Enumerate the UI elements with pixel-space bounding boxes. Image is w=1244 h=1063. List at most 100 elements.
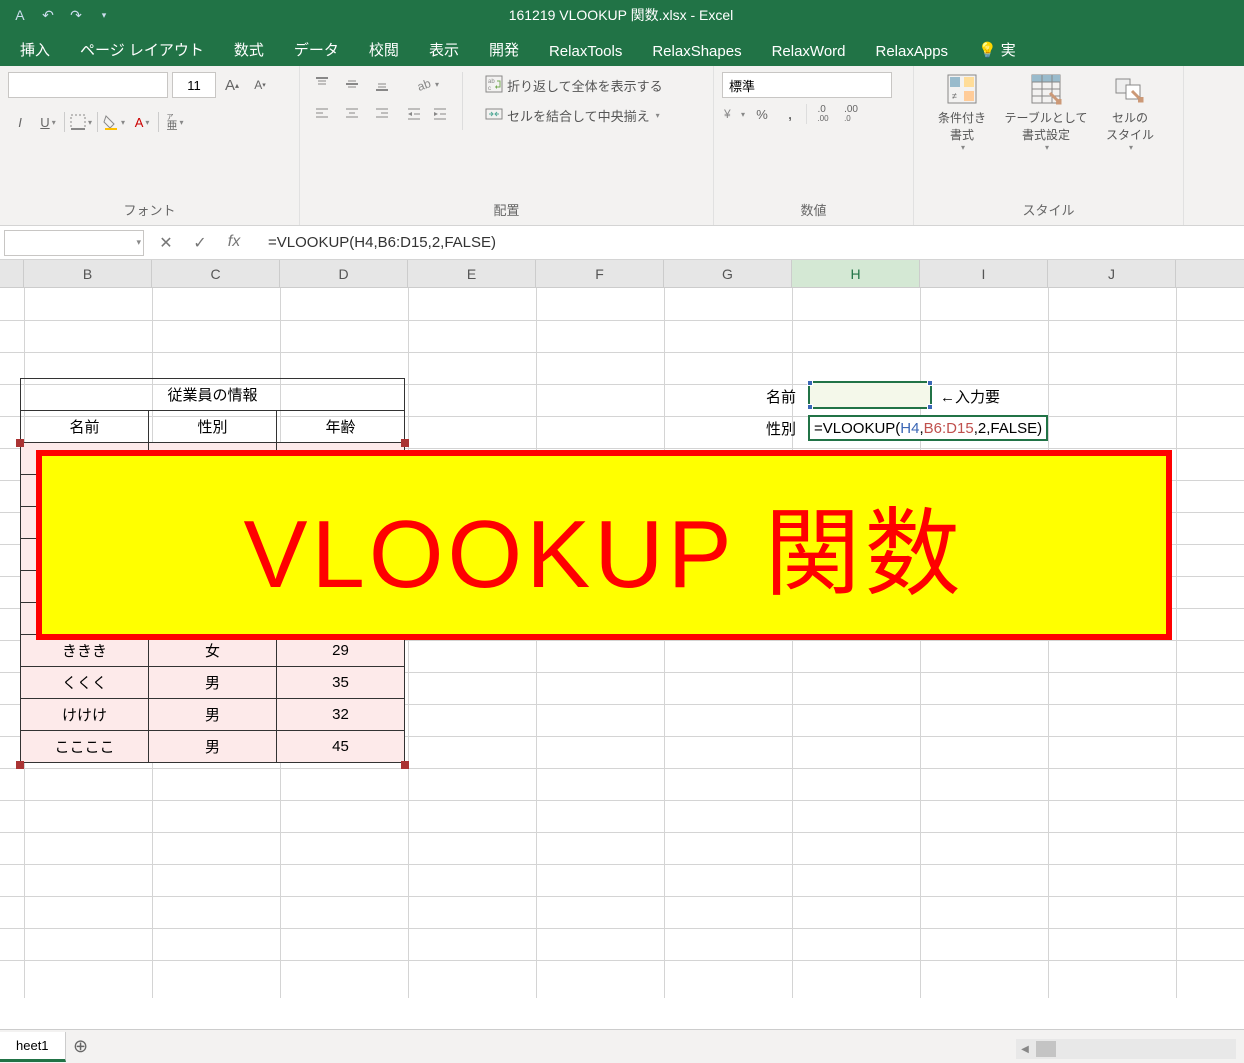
table-cell[interactable]: 35 [277, 667, 405, 699]
cell-styles-button[interactable]: セルの スタイル [1090, 72, 1170, 152]
align-center-icon[interactable] [338, 102, 366, 126]
wrap-text-button[interactable]: abc 折り返して全体を表示する [479, 72, 669, 98]
align-top-icon[interactable] [308, 72, 336, 96]
comma-style-button[interactable]: , [778, 102, 802, 126]
increase-indent-icon[interactable] [428, 102, 452, 126]
table-cell[interactable]: ここここ [21, 731, 149, 763]
selected-cell[interactable] [808, 381, 932, 409]
table-cell[interactable]: 45 [277, 731, 405, 763]
selection-handle-icon[interactable] [807, 380, 813, 386]
worksheet-area[interactable]: B C D E F G H I J 従業員の情報 名前 性別 [0, 260, 1244, 1000]
horizontal-scrollbar[interactable]: ◀ [1016, 1039, 1236, 1059]
table-cell[interactable]: 男 [149, 731, 277, 763]
increase-font-icon[interactable]: A▴ [220, 73, 244, 97]
formula-arg2: B6:D15 [924, 420, 974, 437]
col-header[interactable]: C [152, 260, 280, 287]
add-sheet-button[interactable]: ⊕ [66, 1036, 96, 1057]
accounting-format-button[interactable]: ¥ [722, 102, 746, 126]
range-handle-icon[interactable] [16, 439, 24, 447]
qat-dropdown[interactable]: ▾ [92, 3, 116, 27]
table-title[interactable]: 従業員の情報 [21, 379, 405, 411]
scroll-left-icon[interactable]: ◀ [1016, 1040, 1034, 1058]
col-header[interactable]: F [536, 260, 664, 287]
col-header[interactable]: E [408, 260, 536, 287]
orientation-button[interactable]: ab [402, 72, 452, 96]
table-cell[interactable]: けけけ [21, 699, 149, 731]
tab-relaxshapes[interactable]: RelaxShapes [638, 37, 755, 66]
decrease-decimal-icon[interactable]: .00.0 [839, 102, 863, 126]
table-cell[interactable]: 男 [149, 699, 277, 731]
selection-handle-icon[interactable] [927, 380, 933, 386]
decrease-indent-icon[interactable] [402, 102, 426, 126]
col-header[interactable]: J [1048, 260, 1176, 287]
scrollbar-thumb[interactable] [1036, 1041, 1056, 1057]
conditional-formatting-button[interactable]: ≠ 条件付き 書式 [922, 72, 1002, 152]
tab-page-layout[interactable]: ページ レイアウト [66, 33, 218, 66]
wrap-text-icon: abc [485, 75, 503, 96]
col-header-a-partial[interactable] [0, 260, 24, 287]
redo-button[interactable]: ↷ [64, 3, 88, 27]
ribbon-group-font: 11 A▴ A▾ I U A ア亜 [0, 66, 300, 225]
fx-icon[interactable]: fx [222, 233, 246, 253]
tab-relaxapps[interactable]: RelaxApps [862, 37, 963, 66]
tab-review[interactable]: 校閲 [355, 33, 413, 66]
align-right-icon[interactable] [368, 102, 396, 126]
cell-styles-icon [1114, 73, 1146, 105]
tab-view[interactable]: 表示 [415, 33, 473, 66]
table-cell[interactable]: くくく [21, 667, 149, 699]
table-cell[interactable]: 男 [149, 667, 277, 699]
col-header[interactable]: B [24, 260, 152, 287]
merge-center-button[interactable]: セルを結合して中央揃え [479, 102, 669, 128]
align-middle-icon[interactable] [338, 72, 366, 96]
font-size-combo[interactable]: 11 [172, 72, 216, 98]
cell-styles-label: セルの スタイル [1106, 109, 1154, 143]
tell-me[interactable]: 💡 実 [964, 33, 1030, 66]
tab-insert[interactable]: 挿入 [6, 33, 64, 66]
italic-button[interactable]: I [8, 110, 32, 134]
lookup-name-label[interactable]: 名前 [680, 386, 808, 407]
format-as-table-button[interactable]: テーブルとして 書式設定 [1006, 72, 1086, 152]
decrease-font-icon[interactable]: A▾ [248, 73, 272, 97]
sheet-tab[interactable]: heet1 [0, 1032, 66, 1062]
selection-handle-icon[interactable] [807, 404, 813, 410]
table-header[interactable]: 名前 [21, 411, 149, 443]
table-header[interactable]: 年齢 [277, 411, 405, 443]
phonetic-button[interactable]: ア亜 [163, 110, 187, 134]
align-bottom-icon[interactable] [368, 72, 396, 96]
table-header[interactable]: 性別 [149, 411, 277, 443]
tab-relaxword[interactable]: RelaxWord [758, 37, 860, 66]
editing-cell[interactable]: = VLOOKUP ( H4 , B6:D15 , 2 , FALSE ) [808, 415, 1048, 441]
name-box[interactable] [4, 230, 144, 256]
lookup-gender-label[interactable]: 性別 [680, 418, 808, 439]
underline-button[interactable]: U [36, 110, 60, 134]
col-header[interactable]: D [280, 260, 408, 287]
tab-relaxtools[interactable]: RelaxTools [535, 37, 636, 66]
increase-decimal-icon[interactable]: .0.00 [811, 102, 835, 126]
range-handle-icon[interactable] [16, 761, 24, 769]
table-cell[interactable]: 32 [277, 699, 405, 731]
fill-color-button[interactable] [102, 110, 126, 134]
qat-button[interactable]: A [8, 3, 32, 27]
formula-bar[interactable]: =VLOOKUP(H4,B6:D15,2,FALSE) [264, 234, 1244, 251]
confirm-formula-icon[interactable]: ✓ [188, 233, 212, 253]
font-name-combo[interactable] [8, 72, 168, 98]
cell-grid[interactable]: 従業員の情報 名前 性別 年齢 あ い え お か ききき女29 くくく男35 … [0, 288, 1244, 998]
merge-icon [485, 105, 503, 126]
col-header[interactable]: G [664, 260, 792, 287]
cancel-formula-icon[interactable]: ✕ [154, 233, 178, 253]
font-color-button[interactable]: A [130, 110, 154, 134]
range-handle-icon[interactable] [401, 761, 409, 769]
number-format-combo[interactable]: 標準 [722, 72, 892, 98]
col-header-active[interactable]: H [792, 260, 920, 287]
tab-developer[interactable]: 開発 [475, 33, 533, 66]
ribbon-group-alignment: ab abc 折り返して全体を表示する [300, 66, 714, 225]
percent-style-button[interactable]: % [750, 102, 774, 126]
align-left-icon[interactable] [308, 102, 336, 126]
col-header[interactable]: I [920, 260, 1048, 287]
borders-button[interactable] [69, 110, 93, 134]
selection-handle-icon[interactable] [927, 404, 933, 410]
tab-data[interactable]: データ [280, 33, 353, 66]
tab-formulas[interactable]: 数式 [220, 33, 278, 66]
undo-button[interactable]: ↶ [36, 3, 60, 27]
range-handle-icon[interactable] [401, 439, 409, 447]
